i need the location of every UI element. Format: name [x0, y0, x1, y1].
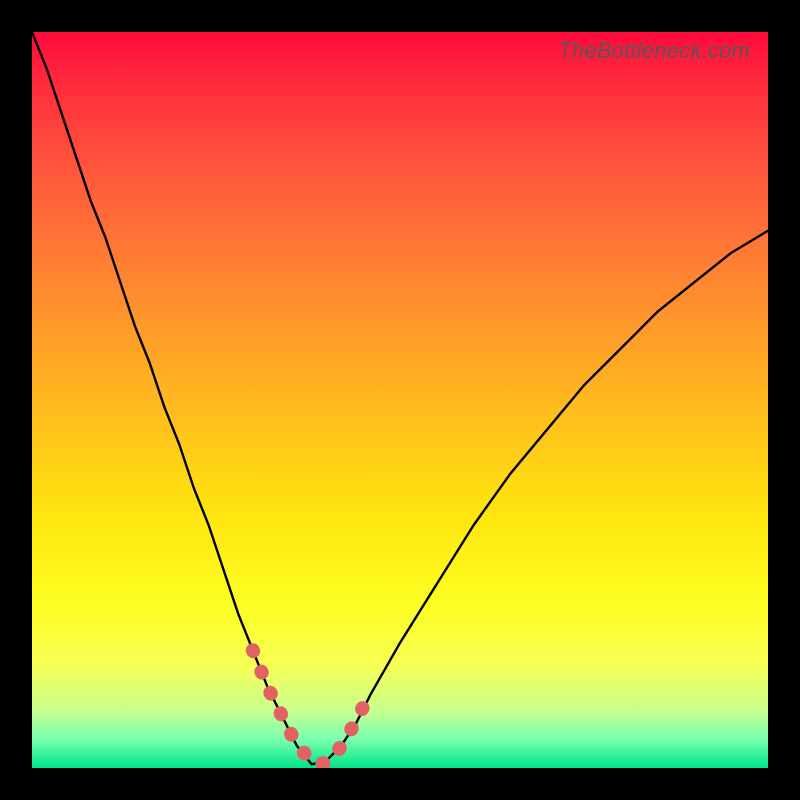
chart-svg	[32, 32, 768, 768]
outer-frame: TheBottleneck.com	[0, 0, 800, 800]
bottleneck-curve	[32, 32, 768, 764]
plot-area: TheBottleneck.com	[32, 32, 768, 768]
marker-segment	[253, 650, 371, 764]
